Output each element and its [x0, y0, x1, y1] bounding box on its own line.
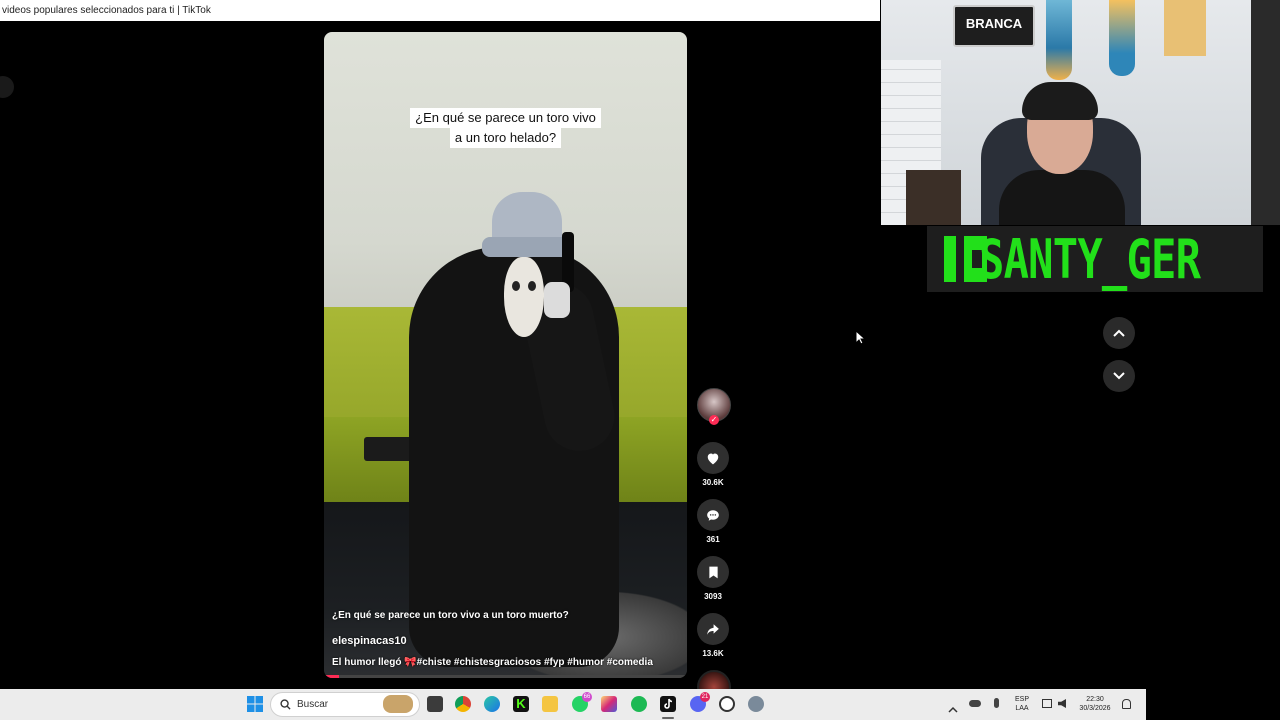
network-icon[interactable]	[1042, 699, 1052, 708]
notifications-icon[interactable]	[1122, 699, 1131, 709]
discord-badge: 21	[700, 692, 710, 702]
clock-date: 30/3/2026	[1079, 705, 1111, 712]
caption-line-1: ¿En qué se parece un toro vivo	[410, 108, 601, 128]
video-player[interactable]: ¿En qué se parece un toro vivo a un toro…	[324, 32, 687, 678]
video-progress-bar[interactable]	[324, 675, 687, 678]
kick-icon[interactable]: K	[513, 696, 529, 712]
webcam-door	[1251, 0, 1280, 225]
spotify-icon[interactable]	[631, 696, 647, 712]
tiktok-icon[interactable]	[660, 696, 676, 712]
search-icon	[280, 699, 291, 710]
language-indicator[interactable]: ESP LAA	[1011, 695, 1033, 713]
taskbar-offscreen	[1146, 689, 1280, 720]
webcam-person-body	[999, 170, 1125, 225]
video-progress-fill	[324, 675, 339, 678]
edge-icon[interactable]	[484, 696, 500, 712]
mask-eye	[512, 281, 520, 291]
video-figure-glove	[544, 282, 570, 318]
share-button[interactable]	[697, 613, 729, 645]
webcam-feed: BRANCA	[881, 0, 1280, 225]
language-line-2: LAA	[1015, 705, 1029, 712]
video-meta: ¿En qué se parece un toro vivo a un toro…	[332, 610, 677, 668]
webcam-skateboard	[1109, 0, 1135, 76]
video-overlay-caption: ¿En qué se parece un toro vivo a un toro…	[324, 108, 687, 148]
mask-eye	[528, 281, 536, 291]
side-nav-button[interactable]	[0, 76, 14, 98]
share-icon	[707, 623, 719, 635]
chevron-down-icon	[1113, 372, 1125, 380]
comment-icon	[707, 509, 719, 521]
follow-plus-icon[interactable]: ✓	[709, 415, 719, 425]
video-title: ¿En qué se parece un toro vivo a un toro…	[332, 610, 569, 621]
microphone-icon[interactable]	[994, 698, 999, 708]
obs-icon[interactable]	[719, 696, 735, 712]
onedrive-icon[interactable]	[969, 700, 981, 707]
streamer-name: SANTY_GER	[979, 227, 1201, 291]
action-rail: ✓ 30.6K 361 3093 13.6K	[697, 388, 731, 704]
webcam-sign: BRANCA	[953, 5, 1035, 47]
settings-gear-icon[interactable]	[748, 696, 764, 712]
language-line-1: ESP	[1014, 696, 1029, 703]
bookmark-icon	[708, 566, 718, 578]
streamer-brand-banner: SANTY_GER	[927, 226, 1263, 292]
mouse-cursor-icon	[855, 329, 867, 350]
video-description: El humor llegó 🎀#chiste #chistesgracioso…	[332, 657, 653, 668]
save-button[interactable]	[697, 556, 729, 588]
caption-line-2: a un toro helado?	[449, 128, 562, 148]
clock[interactable]: 22:30 30/3/2026	[1075, 695, 1115, 713]
comment-count: 361	[706, 535, 720, 544]
chrome-icon[interactable]	[455, 696, 471, 712]
file-explorer-icon[interactable]	[542, 696, 558, 712]
active-app-indicator	[662, 717, 674, 719]
instagram-icon[interactable]	[601, 696, 617, 712]
save-count: 3093	[704, 592, 722, 601]
chevron-up-icon	[1113, 329, 1125, 337]
like-button[interactable]	[697, 442, 729, 474]
widgets-icon[interactable]	[383, 695, 413, 713]
whatsapp-badge: 66	[582, 692, 592, 702]
volume-icon[interactable]	[1058, 699, 1066, 708]
like-count: 30.6K	[702, 478, 724, 487]
windows-start-icon[interactable]	[247, 696, 263, 712]
clock-time: 22:30	[1086, 696, 1104, 703]
taskbar-search[interactable]: Buscar	[270, 692, 420, 717]
share-count: 13.6K	[702, 649, 724, 658]
search-placeholder: Buscar	[297, 699, 329, 710]
taskbar: Buscar K 66 21 ESP LAA 22:30 30/3/2026	[0, 689, 1146, 720]
heart-icon	[707, 453, 719, 464]
webcam-poster	[1164, 0, 1206, 56]
task-view-icon[interactable]	[427, 696, 443, 712]
webcam-person-hair	[1022, 82, 1098, 120]
previous-video-button[interactable]	[1103, 317, 1135, 349]
video-author[interactable]: elespinacas10	[332, 635, 677, 647]
webcam-skateboard	[1046, 0, 1072, 80]
comment-button[interactable]	[697, 499, 729, 531]
next-video-button[interactable]	[1103, 360, 1135, 392]
video-figure-mask	[504, 257, 544, 337]
webcam-shelf	[906, 170, 961, 225]
window-title: videos populares seleccionados para ti |…	[0, 0, 880, 21]
video-figure-hat-brim	[482, 237, 574, 257]
author-avatar[interactable]: ✓	[697, 388, 731, 425]
tray-chevron-up-icon[interactable]	[948, 700, 958, 718]
